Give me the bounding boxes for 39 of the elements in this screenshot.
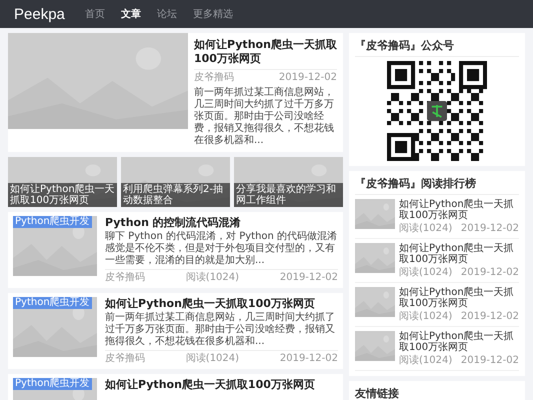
featured-title[interactable]: 如何让Python爬虫一天抓取100万张网页 <box>194 38 337 66</box>
author-text: 皮爷撸码 <box>194 72 234 84</box>
date-text: 2019-12-02 <box>278 72 337 84</box>
brand-logo[interactable]: Peekpa <box>14 6 65 22</box>
date-text: 2019-12-02 <box>460 267 519 279</box>
date-text: 2019-12-02 <box>460 223 519 235</box>
author-text: 皮爷撸码 <box>105 272 145 284</box>
card-title: 友情链接 <box>355 386 519 400</box>
read-count: 阅读(1024) <box>399 267 452 279</box>
featured-excerpt: 前一两年抓过某工商信息网站，几三周时间大约抓了过千万多万张页面。那时由于公司没啥经费，报销又拖得很久，不想花钱在很多机器和... <box>194 87 335 147</box>
nav-link[interactable]: 文章 <box>120 7 141 21</box>
nav-link[interactable]: 首页 <box>84 7 105 21</box>
article-title[interactable]: Python 的控制流代码混淆 <box>105 216 338 229</box>
article-title[interactable]: 如何让Python爬虫一天抓取100万张网页 <box>105 378 338 391</box>
read-count: 阅读(1024) <box>186 353 240 365</box>
date-text: 2019-12-02 <box>280 272 338 284</box>
article-title[interactable]: 如何让Python爬虫一天抓取100万张网页 <box>105 297 338 310</box>
article-excerpt: 聊下 Python 的代码混淆，对 Python 的代码做混淆感觉是不伦不类，但是对于外包项目交付型的，又有一些需要，混淆的目的就是加大别... <box>105 231 338 267</box>
read-count: 阅读(1024) <box>186 272 240 284</box>
date-text: 2019-12-02 <box>460 311 519 323</box>
article-excerpt: 前一两年抓过某工商信息网站，几三周时间大约抓了过千万多万张页面。那时由于公司没啥经费，报销又拖得很久，不想花钱在很多机器和... <box>105 312 336 348</box>
author-text: 皮爷撸码 <box>105 353 145 365</box>
date-text: 2019-12-02 <box>280 353 338 365</box>
nav-link[interactable]: 更多精选 <box>192 7 233 21</box>
ranking-title[interactable]: 如何让Python爬虫一天抓取100万张网页 <box>399 331 519 353</box>
card-title: 『皮爷撸码』阅读排行榜 <box>355 176 519 195</box>
tile-caption[interactable]: 分享我最喜欢的学习和网工作组件 <box>234 183 343 207</box>
card-title: 『皮爷撸码』公众号 <box>355 38 519 57</box>
ranking-title[interactable]: 如何让Python爬虫一天抓取100万张网页 <box>399 287 519 309</box>
nav-link[interactable]: 论坛 <box>156 7 177 21</box>
read-count: 阅读(1024) <box>399 223 452 235</box>
tile-caption[interactable]: 利用爬虫弹幕系列2-抽动数据整合 <box>121 183 230 207</box>
read-count: 阅读(1024) <box>399 355 452 367</box>
read-count: 阅读(1024) <box>399 311 452 323</box>
ranking-title[interactable]: 如何让Python爬虫一天抓取100万张网页 <box>399 199 519 221</box>
qr-code-icon <box>387 61 487 161</box>
tile-caption[interactable]: 如何让Python爬虫一天抓取100万张网页 <box>8 183 117 207</box>
date-text: 2019-12-02 <box>460 355 519 367</box>
ranking-title[interactable]: 如何让Python爬虫一天抓取100万张网页 <box>399 243 519 265</box>
